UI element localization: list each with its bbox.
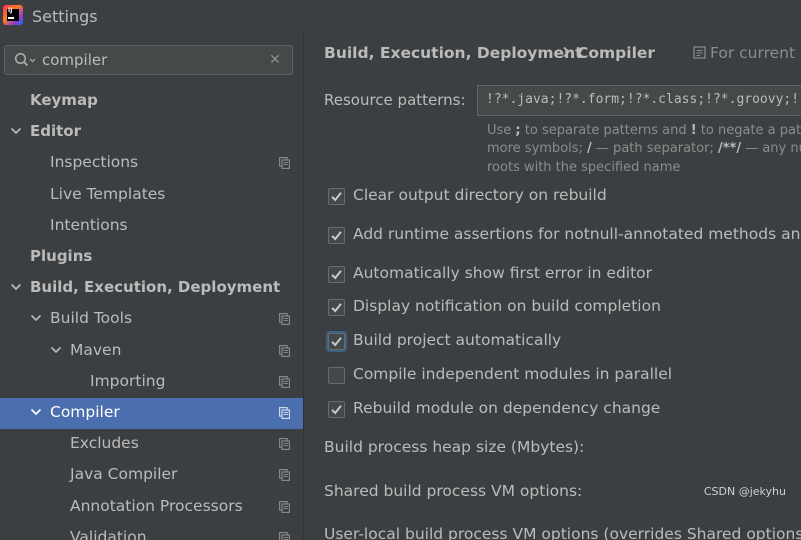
scope-indicator: For current p	[693, 44, 801, 62]
check-icon	[331, 192, 342, 202]
checkbox[interactable]	[328, 227, 345, 244]
tree-item-label: Editor	[30, 122, 81, 140]
tree-item-label: Importing	[90, 372, 166, 390]
resource-patterns-field[interactable]: !?*.java;!?*.form;!?*.class;!?*.groovy;!	[477, 85, 801, 116]
resource-hint-line-1: Use ; to separate patterns and ! to nega…	[487, 123, 801, 138]
tree-item-keymap[interactable]: Keymap	[0, 86, 303, 117]
tree-item-label: Keymap	[30, 91, 98, 109]
tree-item-label: Validation	[70, 528, 147, 540]
checkbox[interactable]	[328, 333, 345, 350]
checkbox[interactable]	[328, 367, 345, 384]
option-rebuild-module-on-dependency-change[interactable]: Rebuild module on dependency change	[328, 399, 801, 423]
option-clear-output-directory-on-rebuild[interactable]: Clear output directory on rebuild	[328, 186, 801, 210]
option-display-notification-on-build-completion[interactable]: Display notification on build completion	[328, 297, 801, 321]
settings-sidebar: ✕ Keymap Editor Inspections Live Templates I…	[0, 33, 303, 540]
resource-hint-line-3: roots with the specified name	[487, 160, 681, 175]
project-scope-icon	[279, 469, 290, 481]
tree-item-label: Live Templates	[50, 185, 166, 203]
option-label: Automatically show first error in editor	[353, 264, 653, 282]
project-scope-icon	[279, 376, 290, 388]
search-icon[interactable]	[14, 52, 36, 68]
scope-label: For current p	[710, 44, 801, 62]
check-icon	[331, 337, 342, 347]
tree-item-label: Build, Execution, Deployment	[30, 278, 281, 296]
resource-hint-line-2: more symbols; / — path separator; /**/ —…	[487, 141, 801, 156]
option-label: Display notification on build completion	[353, 297, 661, 315]
window-title: Settings	[32, 7, 98, 26]
tree-item-label: Inspections	[50, 153, 139, 171]
chevron-down-icon[interactable]	[30, 312, 42, 324]
breadcrumb-current: Compiler	[577, 44, 656, 62]
tree-item-label: Compiler	[50, 403, 120, 421]
option-label: Clear output directory on rebuild	[353, 186, 607, 204]
chevron-down-icon[interactable]	[50, 344, 62, 356]
option-label: Add runtime assertions for notnull-annot…	[353, 225, 801, 243]
check-icon	[331, 231, 342, 241]
tree-item-compiler[interactable]: Compiler	[0, 398, 303, 429]
tree-item-maven[interactable]: Maven	[0, 336, 303, 367]
close-icon[interactable]: ✕	[268, 52, 282, 68]
option-label: Compile independent modules in parallel	[353, 365, 673, 383]
checkbox[interactable]	[328, 401, 345, 418]
project-scope-icon	[279, 501, 290, 513]
tree-item-label: Build Tools	[50, 309, 133, 327]
tree-item-build-execution-deployment[interactable]: Build, Execution, Deployment	[0, 273, 303, 304]
checkbox[interactable]	[328, 266, 345, 283]
logo-text: IJ	[8, 7, 13, 14]
project-scope-icon	[279, 313, 290, 325]
option-label: Build project automatically	[353, 331, 562, 349]
search-input[interactable]	[42, 50, 262, 70]
chevron-right-icon	[563, 46, 570, 58]
chevron-down-icon[interactable]	[10, 281, 22, 293]
check-icon	[331, 270, 342, 280]
resource-patterns-value: !?*.java;!?*.form;!?*.class;!?*.groovy;!	[486, 92, 800, 107]
project-scope-icon	[279, 438, 290, 450]
check-icon	[331, 405, 342, 415]
tree-item-excludes[interactable]: Excludes	[0, 429, 303, 460]
tree-item-annotation-processors[interactable]: Annotation Processors	[0, 492, 303, 523]
tree-item-label: Java Compiler	[70, 465, 178, 483]
search-box[interactable]: ✕	[4, 45, 293, 75]
tree-item-label: Excludes	[70, 434, 139, 452]
resource-patterns-label: Resource patterns:	[324, 91, 466, 109]
tree-item-validation[interactable]: Validation	[0, 523, 303, 540]
checkbox[interactable]	[328, 188, 345, 205]
shared-vm-options-label: Shared build process VM options:	[324, 482, 583, 500]
option-label: Rebuild module on dependency change	[353, 399, 661, 417]
tree-item-label: Intentions	[50, 216, 128, 234]
tree-item-label: Maven	[70, 341, 122, 359]
tree-item-live-templates[interactable]: Live Templates	[0, 180, 303, 211]
tree-item-build-tools[interactable]: Build Tools	[0, 304, 303, 335]
intellij-logo-icon: IJ	[3, 5, 23, 25]
option-compile-independent-modules-in-parallel[interactable]: Compile independent modules in parallel	[328, 365, 801, 389]
tree-item-inspections[interactable]: Inspections	[0, 148, 303, 179]
tree-item-label: Annotation Processors	[70, 497, 243, 515]
breadcrumb-parent[interactable]: Build, Execution, Deployment	[324, 44, 583, 62]
tree-item-label: Plugins	[30, 247, 93, 265]
project-scope-icon	[279, 407, 290, 419]
heap-size-label: Build process heap size (Mbytes):	[324, 438, 585, 456]
user-vm-options-label: User-local build process VM options (ove…	[324, 525, 801, 540]
option-automatically-show-first-error-in-editor[interactable]: Automatically show first error in editor	[328, 264, 801, 288]
project-scope-icon	[279, 345, 290, 357]
tree-item-importing[interactable]: Importing	[0, 367, 303, 398]
watermark: CSDN @jekyhu	[703, 485, 786, 498]
chevron-down-icon[interactable]	[30, 406, 42, 418]
title-bar: IJ Settings	[0, 0, 801, 33]
compiler-settings-panel: Build, Execution, Deployment Compiler Fo…	[304, 33, 801, 540]
check-icon	[331, 303, 342, 313]
tree-item-java-compiler[interactable]: Java Compiler	[0, 460, 303, 491]
tree-item-plugins[interactable]: Plugins	[0, 242, 303, 273]
option-build-project-automatically[interactable]: Build project automatically	[328, 331, 801, 355]
chevron-down-icon[interactable]	[10, 125, 22, 137]
tree-item-intentions[interactable]: Intentions	[0, 211, 303, 242]
project-scope-icon	[279, 157, 290, 169]
project-scope-icon	[279, 532, 290, 540]
option-add-runtime-assertions-for-notnull-annot[interactable]: Add runtime assertions for notnull-annot…	[328, 225, 801, 249]
project-scope-icon	[693, 46, 706, 59]
checkbox[interactable]	[328, 299, 345, 316]
tree-item-editor[interactable]: Editor	[0, 117, 303, 148]
